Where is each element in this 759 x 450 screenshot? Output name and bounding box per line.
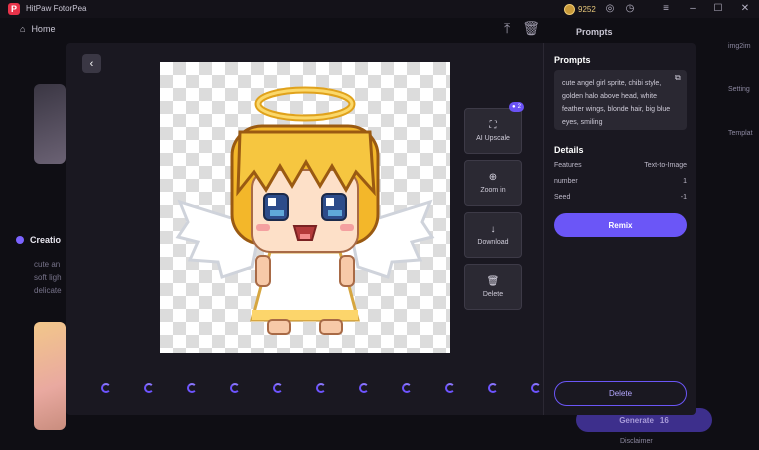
loading-spinner-icon xyxy=(402,383,412,393)
upscale-count: 2 xyxy=(517,104,521,110)
loading-spinner-icon xyxy=(316,383,326,393)
home-link[interactable]: ⌂ Home xyxy=(20,24,55,34)
coin-balance[interactable]: 9252 xyxy=(564,2,596,16)
delete-image-button[interactable]: 🗑 Delete xyxy=(464,264,522,310)
back-button[interactable]: ‹ xyxy=(82,54,101,73)
chevron-left-icon: ‹ xyxy=(89,57,94,70)
download-icon: ↓ xyxy=(490,224,496,235)
detail-row: Features Text-to-Image xyxy=(554,162,687,169)
ai-upscale-button[interactable]: ⛶ AI Upscale xyxy=(464,108,522,154)
minimize-icon[interactable]: – xyxy=(686,2,700,16)
creation-line: delicate xyxy=(34,286,62,295)
remix-button[interactable]: Remix xyxy=(554,213,687,237)
zoom-in-icon: ⊕ xyxy=(488,172,498,183)
bg-toolbar: ⤒ 🗑 xyxy=(504,20,540,37)
creation-line: cute an xyxy=(34,260,61,269)
bg-trash-icon[interactable]: 🗑 xyxy=(522,20,540,37)
bg-thumbnail[interactable] xyxy=(34,322,66,430)
creation-header: Creatio xyxy=(16,235,61,245)
detail-key: Features xyxy=(554,162,582,169)
app-window: P HitPaw FotorPea 9252 ◎ ◷ ≡ – ☐ ✕ ⌂ Hom… xyxy=(0,0,759,450)
badge-icon[interactable]: ◎ xyxy=(603,2,617,16)
detail-key: number xyxy=(554,178,578,185)
bg-prompts-header: Prompts xyxy=(576,27,613,37)
prompt-box: cute angel girl sprite, chibi style, gol… xyxy=(554,70,687,130)
menu-icon[interactable]: ≡ xyxy=(659,2,673,16)
generate-cost: 16 xyxy=(659,415,669,425)
generate-label: Generate xyxy=(619,415,654,425)
maximize-icon[interactable]: ☐ xyxy=(711,2,725,16)
details-title: Details xyxy=(554,145,584,155)
loading-spinner-icon xyxy=(273,383,283,393)
close-icon[interactable]: ✕ xyxy=(738,2,752,16)
detail-value: -1 xyxy=(680,194,687,201)
loading-spinner-icon xyxy=(144,383,154,393)
expand-icon: ⛶ xyxy=(489,120,497,131)
coin-count: 9252 xyxy=(578,4,596,14)
home-icon: ⌂ xyxy=(20,24,26,34)
modal-divider xyxy=(543,43,544,415)
upscale-count-badge: ● 2 xyxy=(509,102,524,112)
trash-icon: 🗑 xyxy=(486,276,500,287)
app-title: HitPaw FotorPea xyxy=(26,4,87,13)
side-item-img2img[interactable]: img2im xyxy=(728,43,751,50)
detail-value: Text-to-Image xyxy=(644,162,687,169)
detail-row: number 1 xyxy=(554,178,687,185)
loading-spinner-icon xyxy=(531,383,541,393)
loading-spinner-icon xyxy=(359,383,369,393)
creation-icon xyxy=(16,236,24,244)
side-item-templates[interactable]: Templat xyxy=(728,130,753,137)
app-logo: P xyxy=(8,3,20,15)
detail-row: Seed -1 xyxy=(554,194,687,201)
creation-label: Creatio xyxy=(30,235,62,245)
title-bar: P HitPaw FotorPea 9252 ◎ ◷ ≡ – ☐ ✕ xyxy=(0,0,759,18)
creation-prompt-preview: cute an soft ligh delicate xyxy=(34,258,62,297)
prompt-text: cute angel girl sprite, chibi style, gol… xyxy=(562,80,671,126)
share-icon[interactable]: ⤒ xyxy=(504,20,510,37)
home-label: Home xyxy=(31,24,56,34)
download-label: Download xyxy=(477,239,509,246)
download-button[interactable]: ↓ Download xyxy=(464,212,522,258)
coin-icon xyxy=(564,3,575,15)
side-item-setting[interactable]: Setting xyxy=(728,86,750,93)
credit-icon: ● xyxy=(512,104,516,110)
copy-icon[interactable]: ⧉ xyxy=(675,73,681,83)
bg-thumbnail[interactable] xyxy=(34,84,66,164)
detail-key: Seed xyxy=(554,194,571,201)
loading-spinner-icon xyxy=(101,383,111,393)
detail-value: 1 xyxy=(683,178,687,185)
loading-spinner-icon xyxy=(230,383,240,393)
loading-spinner-icon xyxy=(488,383,498,393)
creation-line: soft ligh xyxy=(34,273,62,282)
prompts-title: Prompts xyxy=(554,55,591,65)
disclaimer-link[interactable]: Disclaimer xyxy=(620,438,653,445)
delete-image-label: Delete xyxy=(482,291,504,298)
ai-upscale-label: AI Upscale xyxy=(476,135,510,142)
angel-sprite-image xyxy=(175,86,435,335)
zoom-in-label: Zoom in xyxy=(480,187,506,194)
zoom-in-button[interactable]: ⊕ Zoom in xyxy=(464,160,522,206)
delete-button[interactable]: Delete xyxy=(554,381,687,406)
generated-image xyxy=(160,62,450,353)
history-icon[interactable]: ◷ xyxy=(623,2,637,16)
loading-spinner-icon xyxy=(445,383,455,393)
loading-spinner-icon xyxy=(187,383,197,393)
